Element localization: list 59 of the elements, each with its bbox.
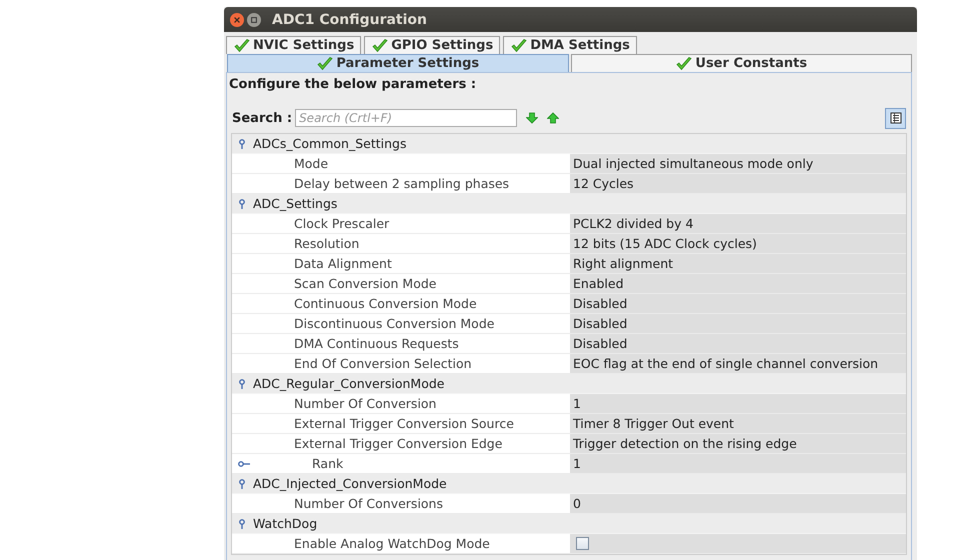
expanded-node-icon[interactable] — [238, 138, 246, 148]
parameter-value: Trigger detection on the rising edge — [573, 436, 797, 451]
checkbox[interactable] — [576, 537, 589, 550]
parameter-name: Discontinuous Conversion Mode — [294, 316, 494, 331]
close-icon[interactable] — [230, 12, 244, 26]
parameter-value: Timer 8 Trigger Out event — [573, 416, 734, 431]
parameter-value: 0 — [573, 496, 581, 511]
expanded-node-icon[interactable] — [238, 478, 246, 488]
list-view-button[interactable] — [885, 108, 906, 128]
parameter-value: Disabled — [573, 316, 628, 331]
parameter-value: Dual injected simultaneous mode only — [573, 156, 814, 171]
list-icon — [890, 112, 902, 124]
tab[interactable]: DMA Settings — [503, 36, 637, 54]
parameter-name: Clock Prescaler — [294, 216, 390, 231]
down-arrow-icon[interactable] — [526, 112, 538, 124]
parameter-name: Continuous Conversion Mode — [294, 296, 477, 311]
collapsed-node-icon[interactable] — [238, 460, 250, 468]
expanded-node-icon[interactable] — [238, 518, 246, 528]
parameter-name: Mode — [294, 156, 328, 171]
parameter-name: Delay between 2 sampling phases — [294, 176, 510, 191]
tab[interactable]: Parameter Settings — [227, 54, 568, 72]
parameter-value: 1 — [573, 396, 581, 411]
parameter-name: Enable Analog WatchDog Mode — [294, 536, 490, 551]
tab[interactable]: GPIO Settings — [364, 36, 500, 54]
expanded-node-icon[interactable] — [238, 378, 246, 388]
minimize-icon[interactable] — [247, 12, 261, 26]
parameter-value: 12 bits (15 ADC Clock cycles) — [573, 236, 757, 251]
group-name: ADC_Settings — [253, 196, 338, 211]
parameter-value: EOC flag at the end of single channel conversion — [573, 356, 878, 371]
search-label: Search : — [232, 110, 292, 126]
group-name: ADCs_Common_Settings — [253, 136, 406, 151]
parameter-name: DMA Continuous Requests — [294, 336, 459, 351]
parameter-value: Enabled — [573, 276, 624, 291]
parameter-value: PCLK2 divided by 4 — [573, 216, 694, 231]
parameter-name: Data Alignment — [294, 256, 392, 271]
parameter-value: 12 Cycles — [573, 176, 634, 191]
tab[interactable]: User Constants — [570, 54, 912, 72]
tab[interactable]: NVIC Settings — [226, 36, 362, 54]
search-field[interactable]: Search (Crtl+F) — [295, 109, 518, 127]
expanded-node-icon[interactable] — [238, 198, 246, 208]
parameter-name: External Trigger Conversion Source — [294, 416, 514, 431]
parameter-name: Resolution — [294, 236, 360, 251]
parameter-value: Right alignment — [573, 256, 674, 271]
section-heading: Configure the below parameters : — [228, 76, 478, 94]
parameter-name: End Of Conversion Selection — [294, 356, 472, 371]
parameter-name: Number Of Conversions — [294, 496, 443, 511]
check-icon — [675, 56, 694, 72]
parameter-value: Disabled — [573, 336, 628, 351]
group-name: ADC_Injected_ConversionMode — [253, 476, 447, 491]
up-arrow-icon[interactable] — [547, 112, 560, 124]
window-title: ADC1 Configuration — [272, 12, 427, 28]
parameter-name: Rank — [312, 456, 344, 471]
parameter-name: Scan Conversion Mode — [294, 276, 436, 291]
group-name: WatchDog — [253, 516, 318, 531]
parameter-name: Number Of Conversion — [294, 396, 436, 411]
group-name: ADC_Regular_ConversionMode — [253, 376, 444, 391]
parameter-value: 1 — [573, 456, 581, 471]
parameter-name: External Trigger Conversion Edge — [294, 436, 502, 451]
parameter-value: Disabled — [573, 296, 628, 311]
